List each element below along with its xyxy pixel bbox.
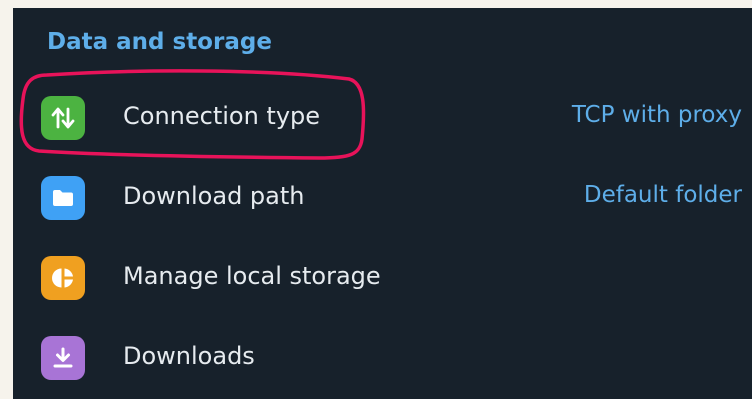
connection-arrows-icon	[41, 96, 85, 140]
connection-type-label: Connection type	[123, 102, 321, 130]
settings-panel: Data and storage Connection type TCP wit…	[13, 8, 752, 399]
manage-local-storage-label: Manage local storage	[123, 262, 381, 290]
section-title: Data and storage	[47, 29, 272, 55]
downloads-label: Downloads	[123, 342, 255, 370]
pie-chart-icon	[41, 256, 85, 300]
connection-type-value: TCP with proxy	[571, 102, 742, 128]
download-path-row[interactable]: Download path Default folder	[13, 158, 752, 238]
manage-local-storage-row[interactable]: Manage local storage	[13, 238, 752, 318]
download-path-label: Download path	[123, 182, 305, 210]
download-path-value: Default folder	[583, 182, 742, 208]
connection-type-row[interactable]: Connection type TCP with proxy	[13, 78, 752, 158]
download-icon	[41, 336, 85, 380]
folder-icon	[41, 176, 85, 220]
downloads-row[interactable]: Downloads	[13, 318, 752, 398]
